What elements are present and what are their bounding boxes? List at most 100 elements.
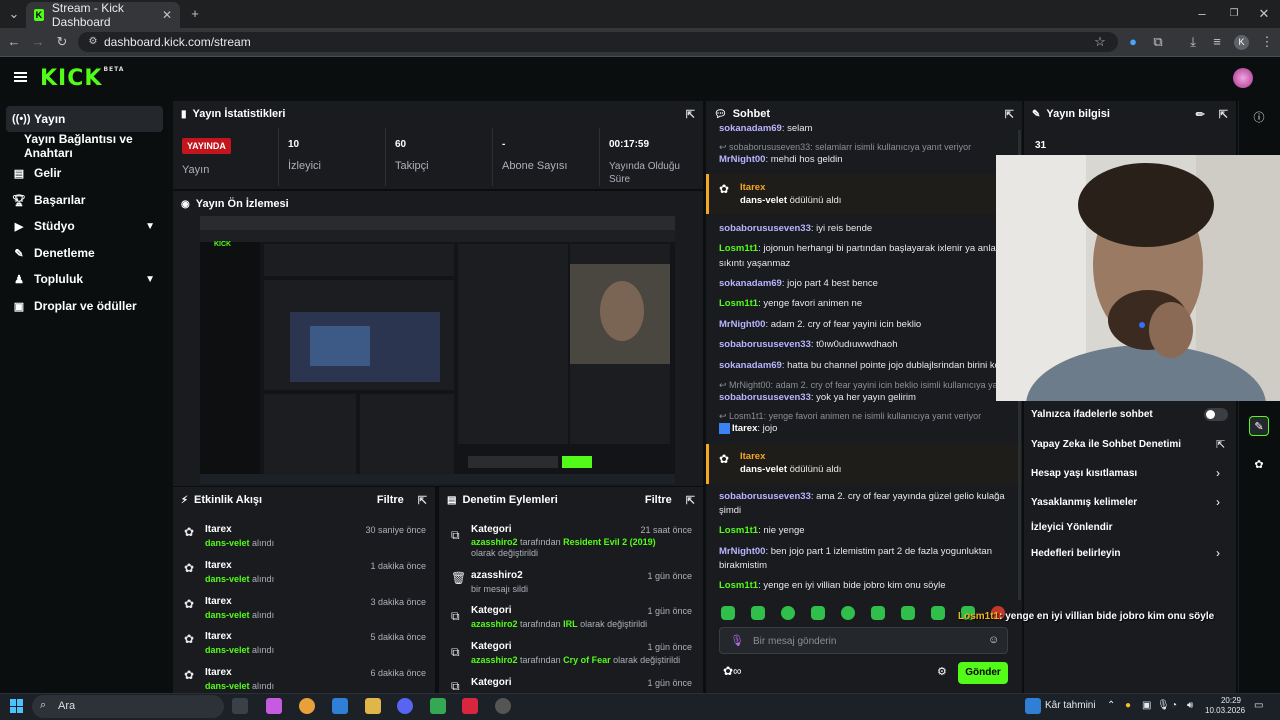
popout-icon[interactable]: ⇱ (418, 494, 427, 507)
chat-message[interactable]: Losm1t1: jojonun herhangi bi partından b… (719, 242, 1019, 256)
emote-icon[interactable] (751, 606, 765, 620)
setting-banned-words[interactable]: Yasaklanmış kelimeler (1031, 497, 1137, 508)
popout-icon[interactable]: ⇱ (686, 494, 695, 507)
app-icon[interactable] (332, 698, 348, 714)
taskbar-search[interactable]: Ara (32, 695, 224, 718)
tray-chevron-icon[interactable]: ⌃ (1107, 700, 1115, 711)
weather-text[interactable]: Kâr tahmini (1045, 700, 1096, 711)
close-tab-icon[interactable]: ✕ (162, 8, 172, 22)
chat-message[interactable]: sokanadam69: jojo part 4 best bence (719, 277, 1019, 291)
edit-icon[interactable]: ✏︎ (1196, 108, 1205, 121)
microphone-tray-icon[interactable]: 🎙︎ (1157, 700, 1170, 711)
emote-icon[interactable] (811, 606, 825, 620)
kick-logo[interactable]: KICKBETA (40, 66, 124, 91)
sidebar-item-denetleme[interactable]: ✎ Denetleme (6, 240, 163, 266)
chevron-right-icon[interactable]: › (1216, 466, 1220, 480)
channel-points-icon[interactable]: ✿∞ (723, 664, 742, 678)
task-view-icon[interactable] (232, 698, 248, 714)
microphone-icon[interactable]: 🎙︎ (730, 634, 744, 647)
obs-icon[interactable] (495, 698, 511, 714)
chat-message[interactable]: sobaborususeven33: yok ya her yayın geli… (719, 391, 1019, 405)
chat-settings-icon[interactable]: ⚙ (937, 665, 947, 678)
clock[interactable]: 20:29 10.03.2026 (1205, 696, 1245, 716)
chat-message[interactable]: sokanadam69: hatta bu channel pointe joj… (719, 359, 1019, 373)
setting-raid[interactable]: İzleyici Yönlendir (1031, 522, 1113, 533)
url-input[interactable]: dashboard.kick.com/stream (78, 32, 1118, 52)
emote-icon[interactable] (721, 606, 735, 620)
moderation-tool-icon[interactable]: ✎ (1249, 416, 1269, 436)
emote-icon[interactable] (901, 606, 915, 620)
chat-message[interactable]: sobaborususeven33: iyi reis bende (719, 222, 1019, 236)
bookmark-star-icon[interactable]: ☆ (1091, 33, 1109, 51)
sidebar-item-gelir[interactable]: ▤ Gelir (6, 160, 163, 186)
tray-app-icon[interactable]: ● (1125, 700, 1131, 711)
setting-account-age[interactable]: Hesap yaşı kısıtlaması (1031, 468, 1137, 479)
notification-icon[interactable]: ▭ (1254, 700, 1263, 711)
emote-icon[interactable] (841, 606, 855, 620)
new-tab-icon[interactable]: + (186, 5, 204, 23)
sidebar-item-basarilar[interactable]: 🏆︎ Başarılar (6, 187, 163, 213)
tab-search-icon[interactable]: ⌄ (5, 5, 23, 23)
tray-app-icon[interactable]: ▣ (1142, 700, 1151, 711)
chat-message[interactable]: Losm1t1: nie yenge (719, 524, 1019, 538)
network-icon[interactable]: ◔ (1171, 700, 1177, 711)
chat-message[interactable]: sokanadam69: selam (719, 122, 1019, 132)
popout-icon[interactable]: ⇱ (686, 108, 695, 121)
download-icon[interactable]: ⤓ (1184, 33, 1202, 51)
user-avatar[interactable] (1233, 68, 1253, 88)
extensions-puzzle-icon[interactable]: ⧉ (1149, 33, 1167, 51)
send-button[interactable]: Gönder (958, 662, 1008, 684)
weather-icon[interactable] (1025, 698, 1041, 714)
discord-icon[interactable] (397, 698, 413, 714)
xbox-icon[interactable] (430, 698, 446, 714)
chat-message[interactable]: Losm1t1: yenge en iyi villian bide jobro… (719, 579, 1019, 593)
emote-icon[interactable] (781, 606, 795, 620)
stream-preview-video[interactable]: KICK (200, 216, 675, 484)
setting-ai-moderation[interactable]: Yapay Zeka ile Sohbet Denetimi (1031, 439, 1181, 450)
emoji-icon[interactable]: ☺ (988, 634, 999, 646)
minimize-icon[interactable]: – (1193, 5, 1211, 23)
emote-icon[interactable] (871, 606, 885, 620)
info-icon[interactable]: ⓘ (1249, 108, 1269, 128)
chevron-right-icon[interactable]: › (1216, 546, 1220, 560)
profile-avatar[interactable]: K (1234, 35, 1249, 50)
file-explorer-icon[interactable] (365, 698, 381, 714)
setting-goals[interactable]: Hedefleri belirleyin (1031, 548, 1120, 559)
window-close-icon[interactable]: ✕ (1255, 5, 1273, 23)
chat-message[interactable]: MrNight00: adam 2. cry of fear yayini ic… (719, 318, 1019, 332)
chevron-right-icon[interactable]: › (1216, 495, 1220, 509)
moderation-filter-button[interactable]: Filtre (645, 494, 672, 506)
sidebar-item-studyo[interactable]: ▶ Stüdyo ▼ (6, 213, 163, 239)
popout-icon[interactable]: ⇱ (1219, 108, 1228, 121)
volume-icon[interactable]: 🔊︎ (1187, 700, 1193, 711)
popout-icon[interactable]: ⇱ (1005, 108, 1014, 121)
sidebar-item-stream-key[interactable]: Yayın Bağlantısı ve Anahtarı (6, 132, 163, 160)
emote-icon[interactable] (931, 606, 945, 620)
emote-only-toggle[interactable] (1204, 408, 1228, 421)
chat-message[interactable]: Losm1t1: yenge favori animen ne (719, 297, 1019, 311)
reading-list-icon[interactable]: ≡ (1208, 33, 1226, 51)
reload-icon[interactable]: ↻ (53, 33, 71, 51)
sidebar-item-yayin[interactable]: ((•)) Yayın (6, 106, 163, 132)
sidebar-item-droplar[interactable]: ▣ Droplar ve ödüller (6, 293, 163, 319)
chat-message[interactable]: Itarex: jojo (719, 422, 1019, 436)
app-icon[interactable] (462, 698, 478, 714)
chrome-menu-icon[interactable]: ⋮ (1258, 33, 1276, 51)
channel-points-icon[interactable]: ✿ (1249, 455, 1269, 475)
windows-start-icon[interactable] (10, 699, 24, 713)
maximize-icon[interactable]: ❐ (1225, 5, 1243, 23)
copilot-icon[interactable] (266, 698, 282, 714)
site-info-icon[interactable]: ⚙ (84, 33, 102, 51)
chat-input[interactable]: 🎙︎ Bir mesaj gönderin ☺ (719, 627, 1008, 654)
browser-tab[interactable]: K Stream - Kick Dashboard ✕ (26, 1, 180, 29)
external-link-icon[interactable]: ⇱ (1216, 438, 1225, 451)
chat-message[interactable]: sobaborususeven33: t0ıw0udıuwwdhaoh (719, 338, 1019, 352)
back-icon[interactable]: ← (5, 33, 23, 51)
extension-icon[interactable]: ● (1124, 33, 1142, 51)
chat-message[interactable]: sobaborususeven33: ama 2. cry of fear ya… (719, 490, 1019, 504)
chat-message[interactable]: MrNight00: ben jojo part 1 izlemistim pa… (719, 545, 1019, 559)
hamburger-menu-icon[interactable] (14, 72, 27, 82)
forward-icon[interactable]: → (29, 33, 47, 51)
sidebar-item-topluluk[interactable]: ♟ Topluluk ▼ (6, 266, 163, 292)
activity-filter-button[interactable]: Filtre (377, 494, 404, 506)
